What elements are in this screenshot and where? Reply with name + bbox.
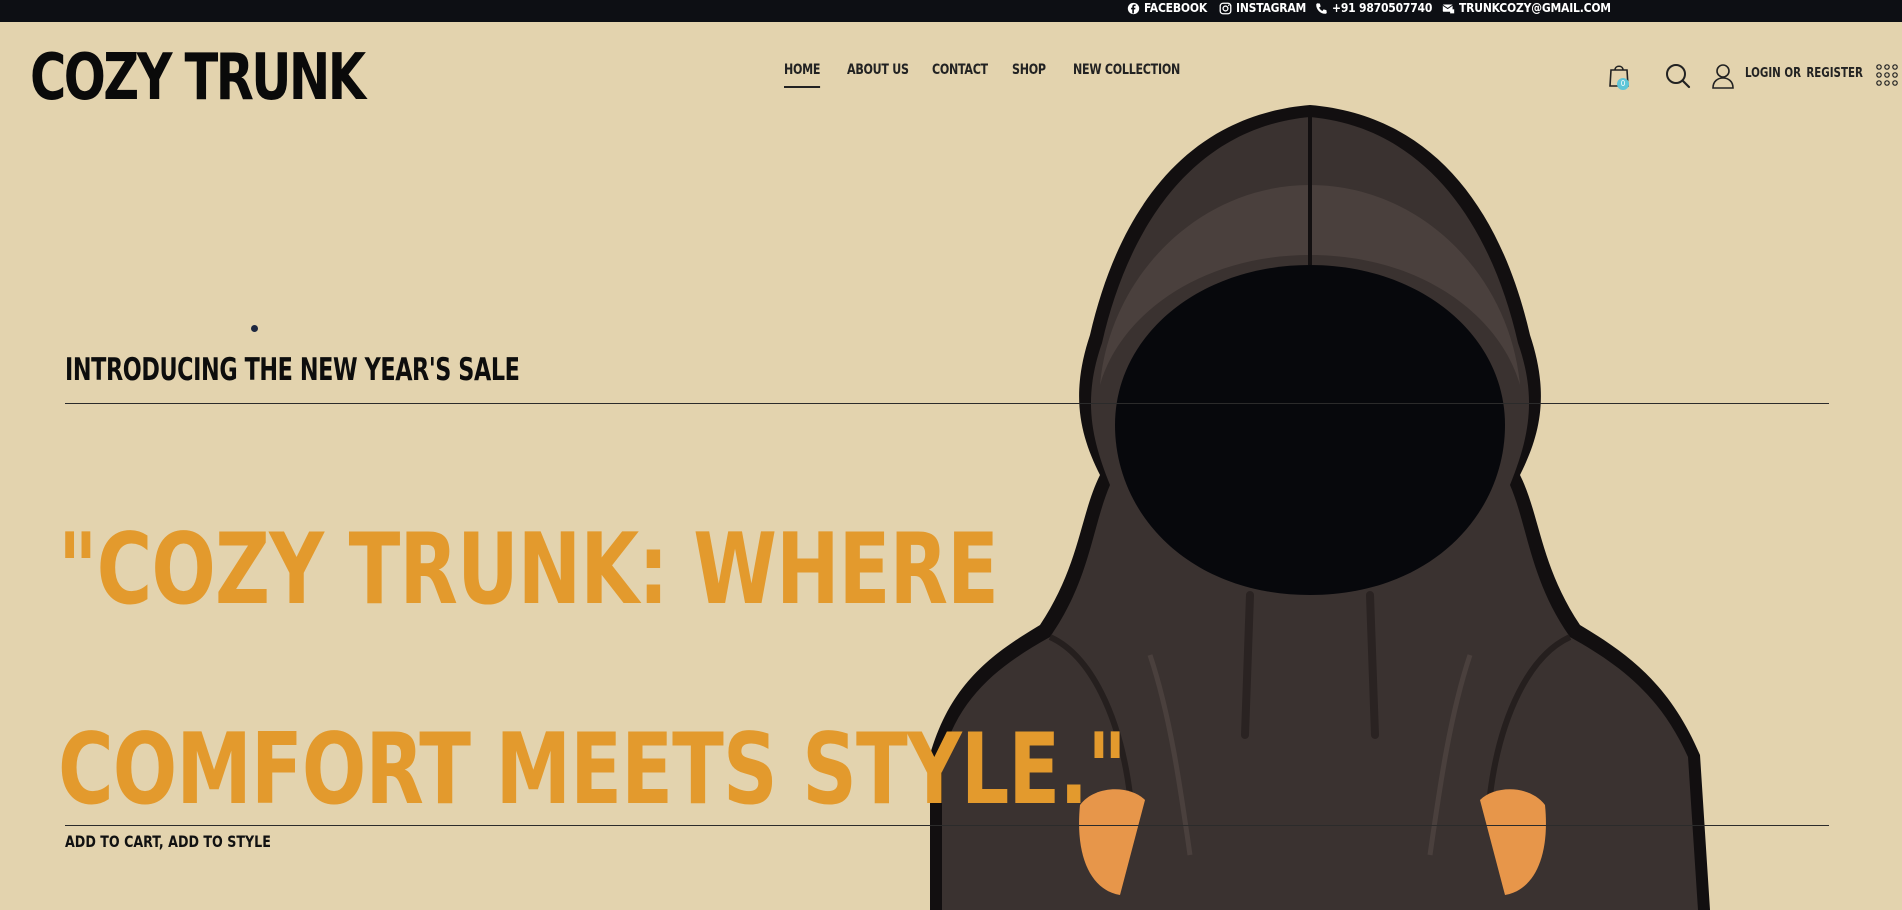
search-icon[interactable] — [1665, 63, 1691, 89]
phone-link[interactable]: +91 9870507740 — [1315, 0, 1432, 16]
hero-tagline: ADD TO CART, ADD TO STYLE — [65, 832, 271, 851]
nav-new-collection[interactable]: NEW COLLECTION — [1073, 62, 1180, 78]
hero-headline: "COZY TRUNK: WHERE COMFORT MEETS STYLE." — [58, 513, 1127, 827]
email-icon — [1442, 3, 1455, 13]
email-link[interactable]: TRUNKCOZY@GMAIL.COM — [1442, 0, 1611, 16]
top-bar: FACEBOOK INSTAGRAM +91 9870507740 TRUNKC… — [0, 0, 1902, 22]
nav-shop[interactable]: SHOP — [1012, 62, 1046, 78]
grid-menu-icon[interactable] — [1876, 64, 1902, 88]
phone-label: +91 9870507740 — [1332, 1, 1433, 15]
nav-about-us[interactable]: ABOUT US — [847, 62, 909, 78]
facebook-label: FACEBOOK — [1144, 1, 1207, 15]
slider-dot[interactable] — [251, 325, 258, 332]
email-label: TRUNKCOZY@GMAIL.COM — [1459, 1, 1611, 15]
phone-icon — [1316, 2, 1327, 14]
instagram-icon — [1219, 2, 1232, 14]
cart-count-badge: 0 — [1617, 78, 1629, 90]
hero-eyebrow: INTRODUCING THE NEW YEAR'S SALE — [65, 352, 520, 388]
nav-home[interactable]: HOME — [784, 62, 821, 88]
instagram-label: INSTAGRAM — [1236, 1, 1307, 15]
nav-contact[interactable]: CONTACT — [932, 62, 988, 78]
instagram-link[interactable]: INSTAGRAM — [1219, 0, 1306, 16]
user-icon[interactable] — [1712, 63, 1734, 89]
divider-top — [65, 403, 1829, 404]
facebook-icon — [1127, 2, 1140, 14]
login-link[interactable]: LOGIN OR — [1745, 66, 1801, 81]
site-logo[interactable]: COZY TRUNK — [30, 38, 366, 118]
facebook-link[interactable]: FACEBOOK — [1127, 0, 1207, 16]
auth-links: LOGIN OR REGISTER — [1745, 66, 1863, 81]
register-link[interactable]: REGISTER — [1806, 66, 1863, 81]
divider-bottom — [65, 825, 1829, 826]
